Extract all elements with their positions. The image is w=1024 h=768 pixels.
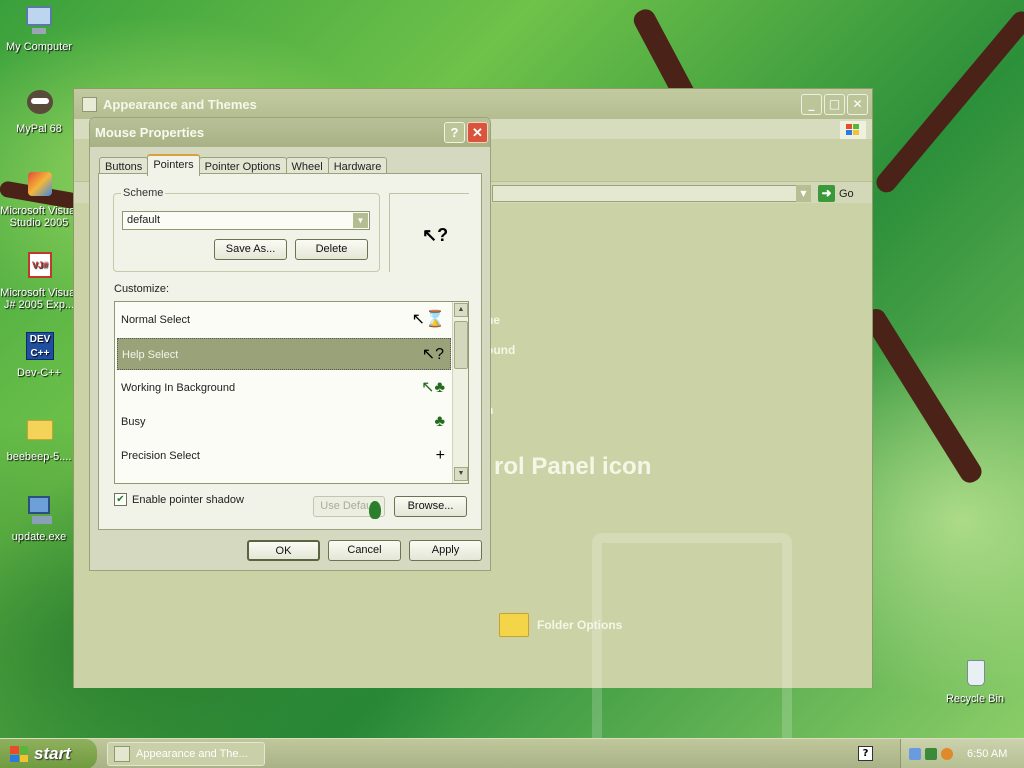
help-select-cursor-icon: ↖?: [421, 346, 444, 363]
go-button[interactable]: ➜ Go: [818, 185, 854, 202]
help-icon[interactable]: ?: [858, 746, 873, 761]
visual-j-icon: VJ#: [22, 250, 56, 284]
mouse-properties-dialog[interactable]: Mouse Properties ? ✕ Buttons Pointers Po…: [89, 117, 491, 571]
busy-cursor-icon: ♣: [434, 413, 446, 430]
cursor-name: Precision Select: [121, 450, 200, 462]
desktop-icon-dev-cpp[interactable]: DEV C++ Dev-C++: [0, 330, 78, 379]
visual-studio-icon: [22, 168, 56, 202]
list-item[interactable]: Normal Select ↖⌛: [117, 304, 451, 336]
desktop-icon-update[interactable]: update.exe: [0, 494, 78, 543]
scheme-select[interactable]: default ▼: [122, 211, 370, 230]
scheme-group: Scheme default ▼ Save As... Delete: [113, 187, 380, 272]
control-panel-window-icon: [82, 96, 97, 112]
installer-icon: [22, 494, 56, 528]
taskbar-item-appearance[interactable]: Appearance and The...: [107, 742, 265, 766]
cursor-name: Working In Background: [121, 382, 236, 394]
list-scrollbar[interactable]: ▲ ▼: [452, 302, 468, 483]
minimize-button[interactable]: _: [801, 94, 822, 115]
desktop-icon-beebeep[interactable]: beebeep-5....: [0, 414, 78, 463]
checkbox-checked-icon[interactable]: ✔: [114, 493, 127, 506]
recycle-bin-icon: [958, 656, 992, 690]
shadow-label: Enable pointer shadow: [132, 493, 244, 506]
control-panel-title: Appearance and Themes: [103, 96, 257, 112]
ok-button[interactable]: OK: [247, 540, 320, 561]
computer-icon: [22, 4, 56, 38]
green-tray-icon[interactable]: [925, 748, 937, 760]
control-panel-titlebar[interactable]: Appearance and Themes: [74, 89, 872, 119]
customize-label: Customize:: [114, 283, 170, 295]
busy-pointer-icon: [369, 501, 381, 519]
wallpaper-branch: [872, 7, 1024, 197]
help-button[interactable]: ?: [444, 122, 465, 143]
working-cursor-icon: ↖♣: [421, 379, 445, 396]
desktop-icon-my-computer[interactable]: My Computer: [0, 4, 78, 53]
chevron-down-icon[interactable]: ▼: [353, 213, 368, 228]
list-item[interactable]: Busy ♣: [117, 406, 451, 438]
watermark-checkmark-icon: [592, 533, 792, 763]
start-button[interactable]: start: [0, 739, 97, 768]
go-label: Go: [839, 187, 854, 200]
folder-options-icon: [499, 613, 529, 637]
save-as-button[interactable]: Save As...: [214, 239, 287, 260]
wallpaper-branch: [860, 305, 986, 487]
taskbar: start Appearance and The... ? 6:50 AM: [0, 738, 1024, 768]
list-item[interactable]: Precision Select +: [117, 440, 451, 472]
close-button[interactable]: ✕: [847, 94, 868, 115]
tab-pointers[interactable]: Pointers: [147, 154, 200, 176]
dev-cpp-icon: DEV C++: [22, 330, 56, 364]
precision-cursor-icon: +: [435, 447, 445, 464]
windows-flag-icon: [840, 121, 866, 139]
list-item[interactable]: Help Select ↖?: [117, 338, 451, 370]
scheme-label: Scheme: [121, 187, 166, 199]
enable-pointer-shadow-checkbox[interactable]: ✔ Enable pointer shadow: [114, 493, 244, 506]
folder-icon: [22, 414, 56, 448]
help-cursor-icon: ↖?: [422, 225, 449, 245]
windows-logo-icon: [10, 746, 28, 762]
scroll-down-icon[interactable]: ▼: [454, 467, 468, 481]
desktop-icon-visual-j[interactable]: VJ# Microsoft Visual J# 2005 Exp...: [0, 250, 78, 311]
start-label: start: [34, 744, 71, 763]
pick-control-panel-icon-heading: rol Panel icon: [494, 453, 652, 480]
magnifier-icon[interactable]: [941, 748, 953, 760]
dialog-titlebar[interactable]: Mouse Properties: [90, 118, 490, 147]
address-input[interactable]: [492, 185, 810, 202]
address-dropdown-icon[interactable]: ▼: [796, 185, 811, 202]
scroll-up-icon[interactable]: ▲: [454, 303, 468, 317]
go-arrow-icon: ➜: [818, 185, 835, 202]
network-icon[interactable]: [909, 748, 921, 760]
dialog-title: Mouse Properties: [95, 125, 205, 140]
dialog-close-button[interactable]: ✕: [467, 122, 488, 143]
folder-options-label: Folder Options: [537, 618, 623, 632]
pointers-tab-panel: Scheme default ▼ Save As... Delete ↖? Cu…: [98, 173, 482, 530]
maximize-button[interactable]: □: [824, 94, 845, 115]
raccoon-icon: [22, 86, 56, 120]
desktop-icon-mypal[interactable]: MyPal 68: [0, 86, 78, 135]
scheme-value: default: [127, 214, 161, 226]
desktop-icon-recycle-bin[interactable]: Recycle Bin: [936, 656, 1014, 705]
cursor-list[interactable]: Normal Select ↖⌛ Help Select ↖? Working …: [114, 301, 469, 484]
cursor-preview: ↖?: [389, 193, 469, 272]
clock: 6:50 AM: [967, 748, 1008, 760]
system-tray: 6:50 AM: [900, 739, 1024, 768]
cursor-name: Normal Select: [121, 314, 191, 326]
cancel-button[interactable]: Cancel: [328, 540, 401, 561]
normal-select-cursor-icon: ↖⌛: [411, 311, 445, 328]
list-item[interactable]: Working In Background ↖♣: [117, 372, 451, 404]
desktop-icon-visual-studio[interactable]: Microsoft Visual Studio 2005: [0, 168, 78, 229]
folder-options-link[interactable]: Folder Options: [499, 613, 622, 637]
apply-button[interactable]: Apply: [409, 540, 482, 561]
cursor-name: Help Select: [122, 349, 179, 361]
control-panel-window-icon: [114, 746, 130, 762]
browse-button[interactable]: Browse...: [394, 496, 467, 517]
delete-button[interactable]: Delete: [295, 239, 368, 260]
scroll-thumb[interactable]: [454, 321, 468, 369]
cursor-name: Busy: [121, 416, 146, 428]
taskbar-item-label: Appearance and The...: [136, 748, 248, 760]
